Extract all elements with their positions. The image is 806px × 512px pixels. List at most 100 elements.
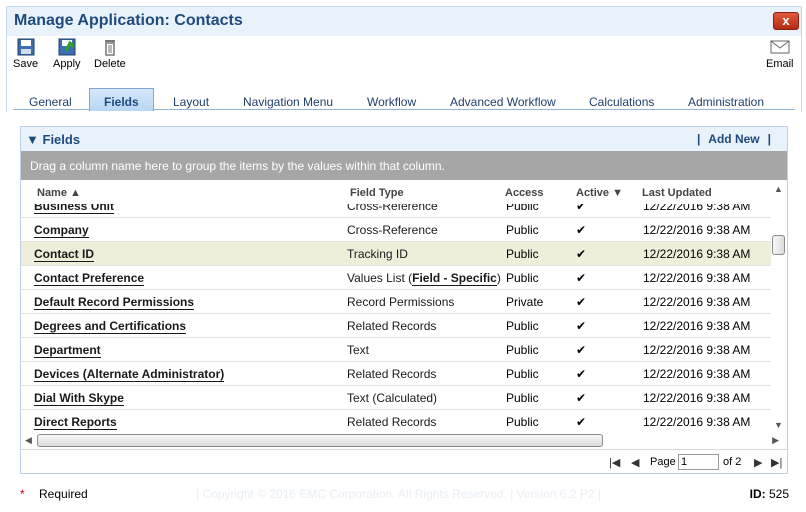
apply-icon <box>58 38 76 56</box>
active-check-icon: ✔ <box>576 319 587 333</box>
tab-layout[interactable]: Layout <box>173 95 209 109</box>
tab-calculations[interactable]: Calculations <box>589 95 654 109</box>
column-header-field-type[interactable]: Field Type <box>350 187 404 199</box>
id-label: ID: <box>749 487 766 501</box>
separator: | <box>767 132 771 146</box>
page-number-input[interactable] <box>678 454 719 470</box>
field-name-link[interactable]: Direct Reports <box>34 415 117 430</box>
field-name-link[interactable]: Company <box>34 223 89 238</box>
table-row[interactable]: Devices (Alternate Administrator) Related… <box>21 362 771 386</box>
add-new-link[interactable]: Add New <box>708 132 759 146</box>
field-type-cell: Cross-Reference <box>347 223 438 237</box>
page-count: of 2 <box>723 456 742 468</box>
last-page-icon[interactable]: ▶| <box>771 456 782 469</box>
tab-fields[interactable]: Fields <box>89 88 154 111</box>
scroll-right-icon[interactable]: ▶ <box>772 435 779 446</box>
grid-header: Name ▲ Field Type Access Active ▼ Last U… <box>21 180 771 204</box>
field-type-cell: Text (Calculated) <box>347 391 437 405</box>
email-button[interactable]: Email <box>766 38 794 70</box>
table-row[interactable]: Default Record Permissions Record Permiss… <box>21 290 771 314</box>
delete-button[interactable]: Delete <box>94 38 126 70</box>
table-row[interactable]: Dial With Skype Text (Calculated) Public ✔ 1… <box>21 386 771 410</box>
table-row[interactable]: Company Cross-Reference Public ✔ 12/22/2016 … <box>21 218 771 242</box>
field-type-text: Related Records <box>347 415 437 429</box>
field-type-text: Related Records <box>347 367 437 381</box>
table-row[interactable]: Direct Reports Related Records Public ✔ 12/2… <box>21 410 771 432</box>
column-header-access[interactable]: Access <box>505 187 544 199</box>
active-check-icon: ✔ <box>576 343 587 357</box>
last-updated-cell: 12/22/2016 9:38 AM <box>643 367 751 381</box>
prev-page-icon[interactable]: ◀ <box>631 456 639 469</box>
active-check-icon: ✔ <box>576 271 587 285</box>
field-name-link[interactable]: Devices (Alternate Administrator) <box>34 367 225 382</box>
required-asterisk: * <box>20 487 25 501</box>
last-updated-cell: 12/22/2016 9:38 AM <box>643 247 751 261</box>
vertical-scroll-thumb[interactable] <box>772 235 785 255</box>
table-row[interactable]: Contact ID Tracking ID Public ✔ 12/22/2016 9… <box>21 242 771 266</box>
scroll-up-icon[interactable]: ▲ <box>774 184 783 194</box>
collapse-triangle-icon[interactable]: ▼ <box>26 132 39 147</box>
tab-general[interactable]: General <box>29 95 72 109</box>
horizontal-scrollbar[interactable]: ◀ ▶ <box>21 432 779 448</box>
panel-title-text: Fields <box>42 132 81 147</box>
access-cell: Public <box>506 247 539 261</box>
delete-label: Delete <box>94 58 126 70</box>
horizontal-scroll-thumb[interactable] <box>37 434 603 447</box>
field-name-link[interactable]: Department <box>34 343 101 358</box>
email-label: Email <box>766 58 794 70</box>
save-button[interactable]: Save <box>13 38 38 70</box>
group-by-bar[interactable]: Drag a column name here to group the ite… <box>21 151 787 180</box>
first-page-icon[interactable]: |◀ <box>609 456 620 469</box>
field-type-text: Text (Calculated) <box>347 391 438 405</box>
field-type-suffix: ) <box>496 271 501 285</box>
field-type-link[interactable]: Field - Specific <box>412 271 497 286</box>
access-cell: Public <box>506 204 539 213</box>
active-check-icon: ✔ <box>576 223 587 237</box>
last-updated-cell: 12/22/2016 9:38 AM <box>643 319 751 333</box>
tab-workflow[interactable]: Workflow <box>367 95 416 109</box>
field-type-text: Cross-Reference <box>347 223 438 237</box>
scroll-left-icon[interactable]: ◀ <box>25 435 32 446</box>
toolbar: Save Apply Delete Email <box>6 36 802 76</box>
field-type-text: Values List ( <box>347 271 413 285</box>
panel-title[interactable]: ▼ Fields <box>26 132 80 147</box>
window-titlebar: Manage Application: Contacts x <box>6 6 802 36</box>
separator: | <box>696 132 701 146</box>
field-name-link[interactable]: Business Unit <box>34 204 115 214</box>
apply-button[interactable]: Apply <box>53 38 81 70</box>
panel-header: ▼ Fields | Add New | <box>21 127 787 151</box>
copyright-text: | Copyright © 2016 EMC Corporation. All … <box>196 487 602 501</box>
field-type-cell: Cross-Reference <box>347 204 438 213</box>
field-name-link[interactable]: Degrees and Certifications <box>34 319 187 334</box>
access-cell: Public <box>506 343 539 357</box>
table-row[interactable]: Degrees and Certifications Related Record… <box>21 314 771 338</box>
field-type-cell: Record Permissions <box>347 295 454 309</box>
column-header-name[interactable]: Name ▲ <box>37 187 81 199</box>
field-name-link[interactable]: Contact Preference <box>34 271 145 286</box>
tab-administration[interactable]: Administration <box>688 95 764 109</box>
grid-rows: Business Unit Cross-Reference Public ✔ 12/22… <box>21 204 771 432</box>
last-updated-cell: 12/22/2016 9:38 AM <box>643 204 751 213</box>
tab-advanced-workflow[interactable]: Advanced Workflow <box>450 95 556 109</box>
access-cell: Public <box>506 223 539 237</box>
table-row[interactable]: Contact Preference Values List (Field - S… <box>21 266 771 290</box>
page-label: Page <box>650 456 676 468</box>
field-type-cell: Related Records <box>347 415 436 429</box>
next-page-icon[interactable]: ▶ <box>754 456 762 469</box>
tab-navigation-menu[interactable]: Navigation Menu <box>243 95 333 109</box>
field-name-link[interactable]: Contact ID <box>34 247 94 262</box>
column-header-last-updated[interactable]: Last Updated <box>642 187 712 199</box>
active-check-icon: ✔ <box>576 367 587 381</box>
active-check-icon: ✔ <box>576 391 587 405</box>
access-cell: Private <box>506 295 544 309</box>
field-type-cell: Related Records <box>347 367 436 381</box>
field-name-link[interactable]: Default Record Permissions <box>34 295 195 310</box>
scroll-down-icon[interactable]: ▼ <box>774 420 783 430</box>
close-button[interactable]: x <box>773 12 799 30</box>
email-icon <box>770 40 790 54</box>
field-name-link[interactable]: Dial With Skype <box>34 391 124 406</box>
vertical-scrollbar[interactable]: ▲ ▼ <box>771 180 787 432</box>
table-row[interactable]: Department Text Public ✔ 12/22/2016 9:38 AM <box>21 338 771 362</box>
table-row[interactable]: Business Unit Cross-Reference Public ✔ 12/22… <box>21 204 771 218</box>
column-header-active[interactable]: Active ▼ <box>576 187 623 199</box>
